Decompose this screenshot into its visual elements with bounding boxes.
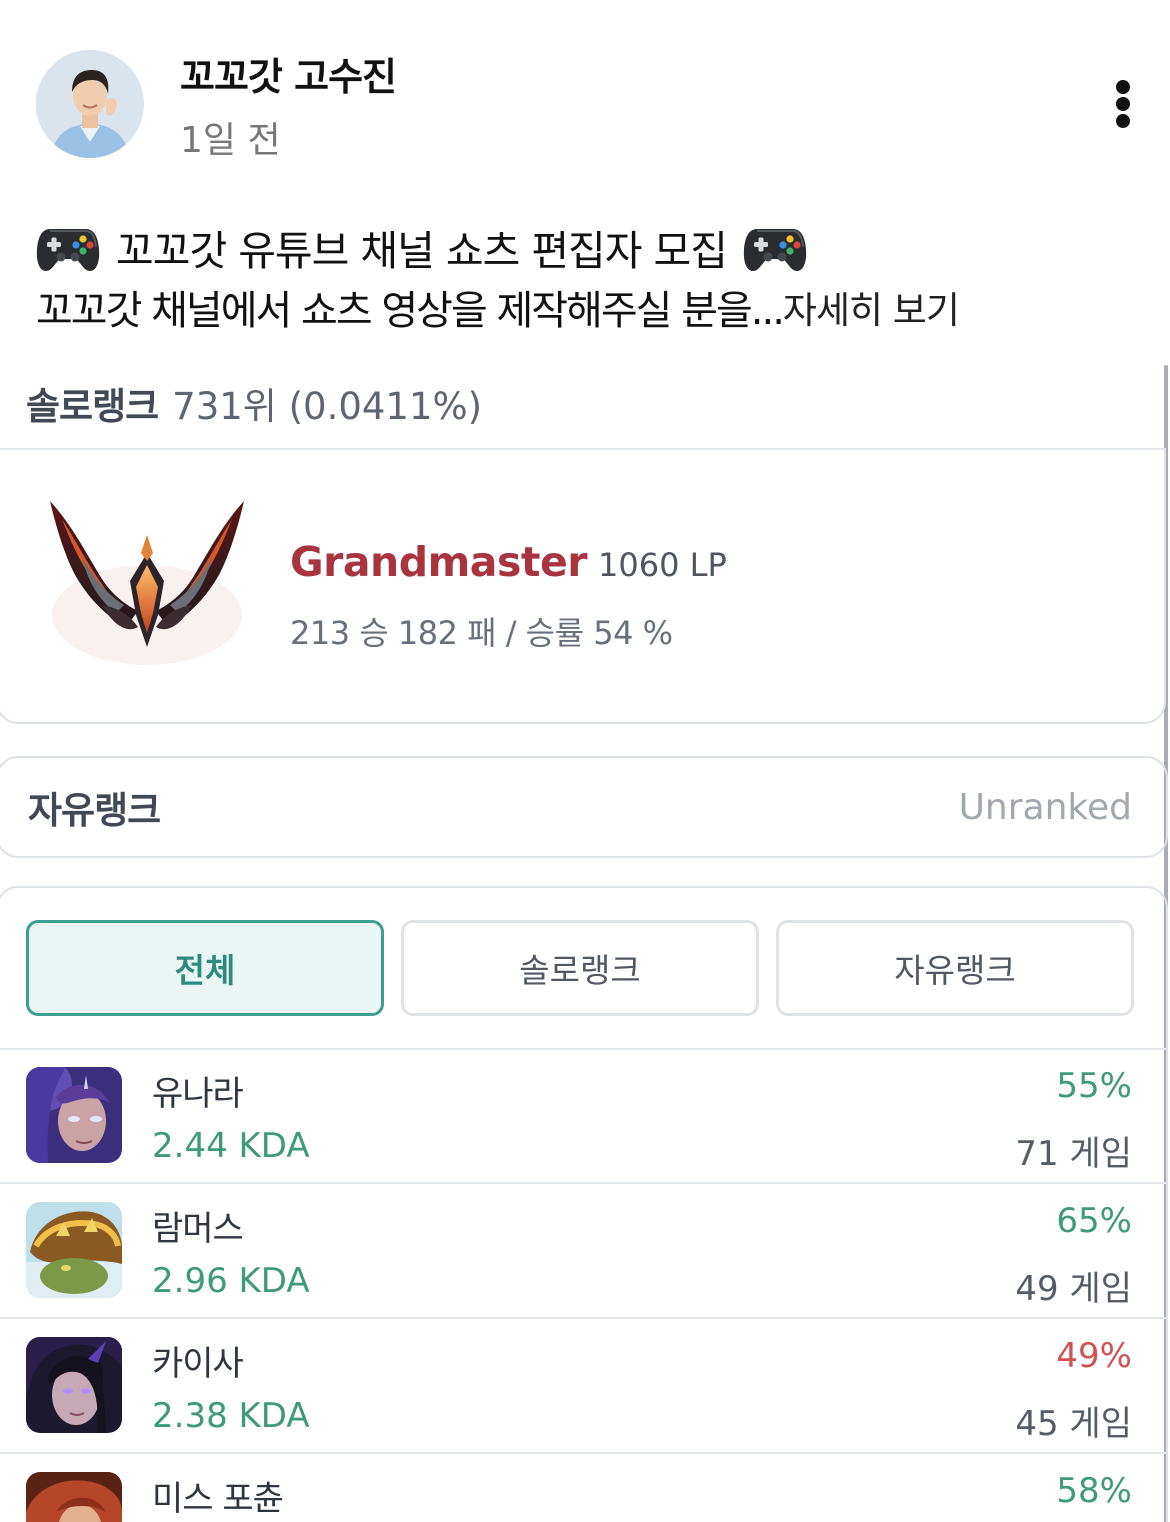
more-options-icon[interactable] — [1103, 76, 1143, 132]
champion-portrait-icon — [26, 1337, 122, 1433]
champion-row[interactable]: 미스 포츈 58% — [0, 1455, 1166, 1522]
champion-portrait-icon — [26, 1472, 122, 1522]
champion-row[interactable]: 람머스 2.96 KDA 65% 49 게임 — [0, 1185, 1166, 1319]
champion-kda: 2.44 KDA — [152, 1126, 310, 1166]
champion-row[interactable]: 카이사 2.38 KDA 49% 45 게임 — [0, 1320, 1166, 1454]
solo-rank-ranking: 731위 (0.0411%) — [172, 385, 483, 428]
post-body-line: 꼬꼬갓 채널에서 쇼츠 영상을 제작해주실 분을... 자세히 보기 — [36, 279, 960, 335]
solo-rank-header: 솔로랭크 731위 (0.0411%) — [0, 358, 1166, 450]
champion-kda: 2.96 KDA — [152, 1261, 310, 1301]
game-controller-icon — [743, 219, 807, 275]
champion-games: 71 게임 — [1015, 1134, 1132, 1174]
champion-winrate: 55% — [1056, 1066, 1132, 1106]
champion-winrate: 58% — [1056, 1471, 1132, 1511]
champion-name: 카이사 — [152, 1344, 244, 1384]
post-title: 꼬꼬갓 유튜브 채널 쇼츠 편집자 모집 — [116, 227, 728, 275]
champion-portrait-icon — [26, 1202, 122, 1298]
solo-rank-card: Grandmaster 1060 LP 213 승 182 패 / 승률 54 … — [0, 450, 1166, 724]
champion-games: 45 게임 — [1015, 1404, 1132, 1444]
author-name[interactable]: 꼬꼬갓 고수진 — [180, 46, 397, 101]
post-timestamp: 1일 전 — [180, 120, 281, 161]
tier-lp: 1060 LP — [598, 546, 727, 584]
filter-all-button[interactable]: 전체 — [26, 920, 384, 1016]
game-controller-icon — [36, 219, 100, 275]
champion-games: 49 게임 — [1015, 1269, 1132, 1309]
champion-winrate: 65% — [1056, 1201, 1132, 1241]
grandmaster-emblem-icon — [50, 501, 244, 665]
solo-rank-label: 솔로랭크 — [26, 385, 159, 428]
author-avatar[interactable] — [36, 50, 144, 158]
champion-name: 미스 포츈 — [152, 1479, 284, 1519]
post-title-line: 꼬꼬갓 유튜브 채널 쇼츠 편집자 모집 — [36, 214, 807, 280]
champion-winrate: 49% — [1056, 1336, 1132, 1376]
post-body-preview: 꼬꼬갓 채널에서 쇼츠 영상을 제작해주실 분을... — [36, 288, 785, 334]
champion-kda: 2.38 KDA — [152, 1396, 310, 1436]
champion-name: 람머스 — [152, 1209, 244, 1249]
see-more-link[interactable]: 자세히 보기 — [783, 280, 960, 334]
champion-portrait-icon — [26, 1067, 122, 1163]
tier-record: 213 승 182 패 / 승률 54 % — [290, 614, 673, 652]
flex-rank-label: 자유랭크 — [28, 789, 161, 832]
page-root: 꼬꼬갓 고수진 1일 전 꼬꼬갓 유튜브 채널 쇼츠 편집자 모집 꼬꼬갓 채널… — [0, 0, 1170, 1522]
champion-name: 유나라 — [152, 1074, 244, 1114]
filter-solo-button[interactable]: 솔로랭크 — [401, 920, 759, 1016]
tier-name: Grandmaster — [290, 538, 588, 586]
flex-rank-card: 자유랭크 Unranked — [0, 756, 1168, 858]
flex-rank-status: Unranked — [958, 786, 1132, 828]
filter-flex-button[interactable]: 자유랭크 — [776, 920, 1134, 1016]
champion-row[interactable]: 유나라 2.44 KDA 55% 71 게임 — [0, 1050, 1166, 1184]
